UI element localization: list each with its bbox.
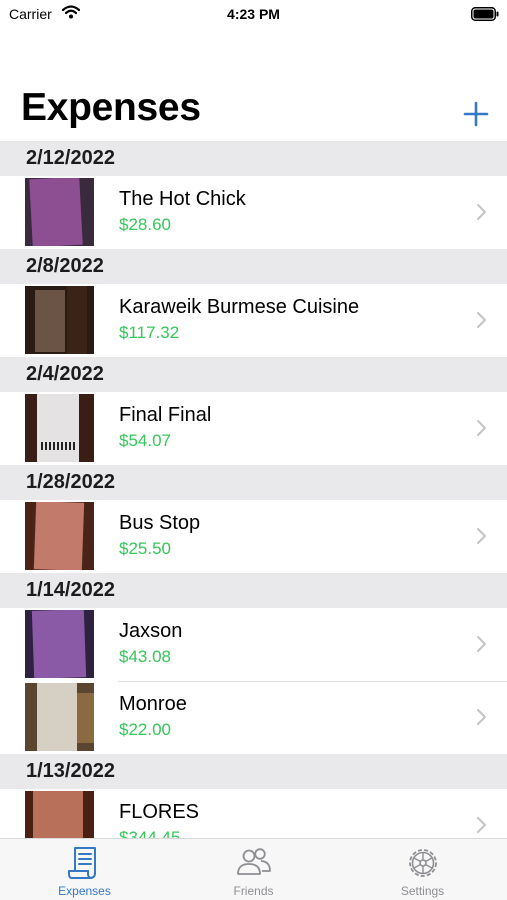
section-header: 2/12/2022: [0, 141, 507, 176]
receipt-icon: [67, 847, 96, 879]
expense-name: Karaweik Burmese Cuisine: [119, 296, 360, 318]
expense-amount: $22.00: [119, 720, 171, 739]
add-expense-button[interactable]: [462, 100, 490, 128]
chevron-right-icon: [477, 204, 486, 220]
expense-amount: $117.32: [119, 323, 180, 342]
status-bar: Carrier 4:23 PM: [0, 0, 507, 28]
expense-amount: $25.50: [119, 539, 171, 558]
tab-friends[interactable]: Friends: [169, 839, 338, 900]
expense-name: Monroe: [119, 693, 187, 715]
expense-name: Jaxson: [119, 620, 183, 642]
people-icon: [236, 848, 271, 875]
receipt-thumbnail: [25, 394, 94, 462]
receipt-thumbnail: [25, 610, 94, 678]
chevron-right-icon: [477, 636, 486, 652]
expense-amount: $28.60: [119, 215, 171, 234]
expense-name: FLORES: [119, 801, 200, 823]
expense-list[interactable]: 2/12/2022 The Hot Chick $28.60 2/8/2022 …: [0, 141, 507, 838]
expense-row[interactable]: Jaxson $43.08: [0, 608, 507, 681]
expense-amount: $43.08: [119, 647, 171, 666]
section-header: 1/13/2022: [0, 754, 507, 789]
receipt-thumbnail: [25, 286, 94, 354]
expense-name: The Hot Chick: [119, 188, 246, 210]
page-title: Expenses: [21, 86, 201, 129]
section-header: 2/8/2022: [0, 249, 507, 284]
gear-icon: [408, 849, 437, 877]
section-header: 2/4/2022: [0, 357, 507, 392]
tab-label: Settings: [400, 884, 445, 898]
chevron-right-icon: [477, 709, 486, 725]
battery-icon: [471, 7, 499, 21]
chevron-right-icon: [477, 817, 486, 833]
tab-expenses[interactable]: Expenses: [0, 839, 169, 900]
expense-row[interactable]: Final Final $54.07: [0, 392, 507, 465]
expense-row[interactable]: FLORES $344.45: [0, 789, 507, 838]
chevron-right-icon: [477, 528, 486, 544]
expense-row[interactable]: Monroe $22.00: [0, 681, 507, 754]
section-date: 2/12/2022: [26, 147, 115, 169]
section-date: 2/8/2022: [26, 255, 104, 277]
expense-row[interactable]: Karaweik Burmese Cuisine $117.32: [0, 284, 507, 357]
expense-name: Bus Stop: [119, 512, 201, 534]
expense-amount: $344.45: [119, 828, 181, 838]
clock-time: 4:23 PM: [227, 6, 280, 22]
section-header: 1/28/2022: [0, 465, 507, 500]
tab-settings[interactable]: Settings: [338, 839, 507, 900]
expense-row[interactable]: The Hot Chick $28.60: [0, 176, 507, 249]
tab-label: Expenses: [58, 884, 111, 898]
receipt-thumbnail: [25, 502, 94, 570]
tab-label: Friends: [233, 884, 274, 898]
expense-name: Final Final: [119, 404, 212, 426]
expense-amount: $54.07: [119, 431, 171, 450]
section-date: 2/4/2022: [26, 363, 104, 385]
chevron-right-icon: [477, 420, 486, 436]
section-date: 1/28/2022: [26, 471, 115, 493]
tab-bar: Expenses Friends Settings: [0, 838, 507, 900]
section-date: 1/14/2022: [26, 579, 115, 601]
section-date: 1/13/2022: [26, 760, 115, 782]
receipt-thumbnail: [25, 178, 94, 246]
receipt-thumbnail: [25, 791, 94, 838]
expense-row[interactable]: Bus Stop $25.50: [0, 500, 507, 573]
receipt-thumbnail: [25, 683, 94, 751]
chevron-right-icon: [477, 312, 486, 328]
section-header: 1/14/2022: [0, 573, 507, 608]
